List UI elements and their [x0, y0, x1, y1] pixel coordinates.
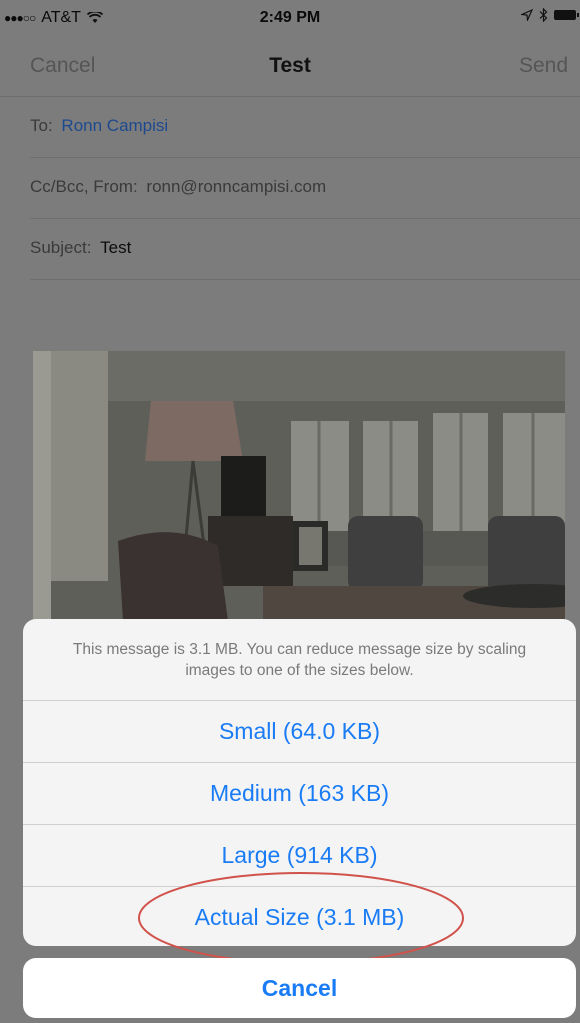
size-small-option[interactable]: Small (64.0 KB)	[23, 701, 576, 763]
status-bar: ●●●○○ AT&T 2:49 PM	[0, 0, 580, 34]
cc-bcc-from-field[interactable]: Cc/Bcc, From: ronn@ronncampisi.com	[30, 158, 580, 219]
to-recipient[interactable]: Ronn Campisi	[61, 116, 168, 135]
compose-nav-bar: Cancel Test Send	[0, 34, 580, 97]
compose-title: Test	[269, 54, 311, 77]
status-right	[521, 8, 579, 22]
to-label: To:	[30, 116, 53, 135]
sheet-cancel-button[interactable]: Cancel	[23, 958, 576, 1018]
bluetooth-icon	[539, 8, 548, 22]
to-field[interactable]: To: Ronn Campisi	[30, 97, 580, 158]
size-medium-option[interactable]: Medium (163 KB)	[23, 763, 576, 825]
size-message: This message is 3.1 MB. You can reduce m…	[23, 619, 576, 701]
highlight-ellipse	[138, 872, 464, 964]
location-arrow-icon	[521, 9, 533, 21]
subject-label: Subject:	[30, 238, 92, 257]
battery-icon	[554, 10, 579, 20]
subject-field[interactable]: Subject: Test	[30, 219, 580, 280]
status-time: 2:49 PM	[259, 9, 321, 26]
subject-value: Test	[100, 238, 132, 257]
send-button[interactable]: Send	[519, 54, 568, 78]
cc-bcc-from-label: Cc/Bcc, From:	[30, 177, 138, 196]
from-address: ronn@ronncampisi.com	[146, 177, 327, 196]
attached-photo	[33, 351, 565, 621]
